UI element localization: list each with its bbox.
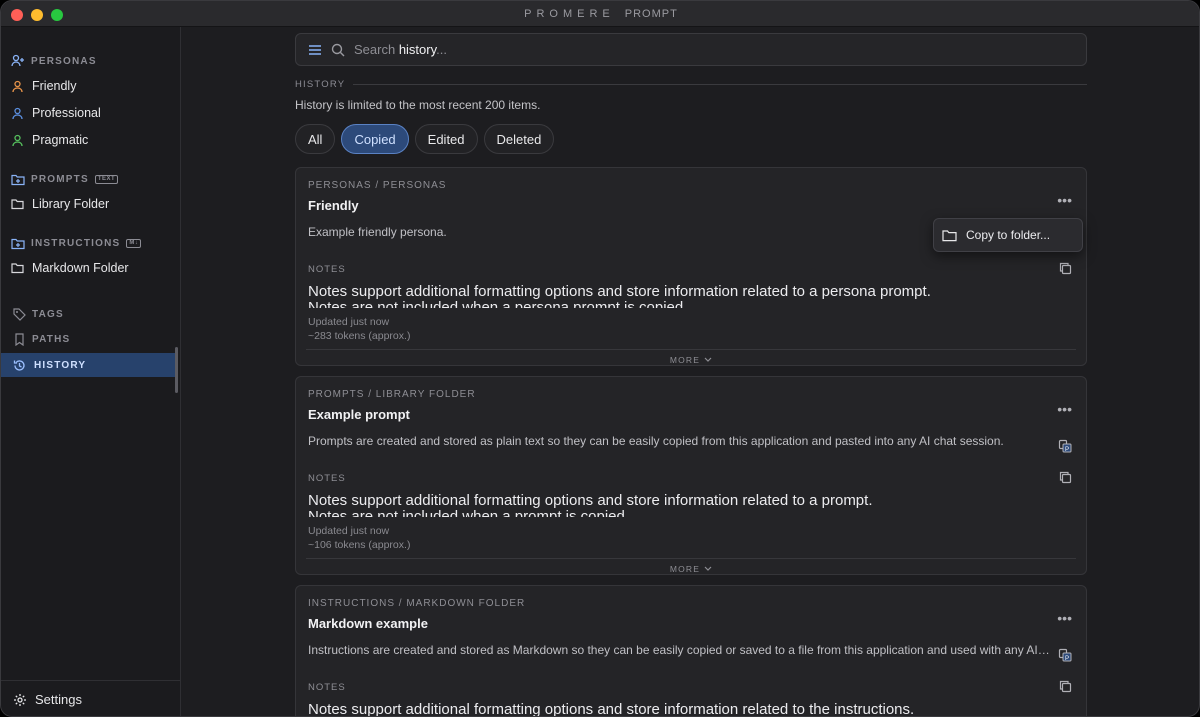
notes-label: NOTES — [308, 473, 346, 484]
card-title: Markdown example — [308, 616, 428, 631]
markdown-badge: M↓ — [126, 238, 142, 248]
notes-label: NOTES — [308, 264, 346, 275]
sidebar-item-paths[interactable]: PATHS — [13, 331, 70, 347]
more-button[interactable]: MORE — [306, 558, 1076, 574]
card-path: PROMPTS / LIBRARY FOLDER — [308, 389, 476, 400]
copy-icon[interactable] — [1059, 262, 1072, 275]
filter-edited[interactable]: Edited — [414, 124, 478, 154]
folder-plus-icon — [11, 174, 25, 185]
search-bar[interactable]: Search history... — [295, 33, 1087, 66]
more-button[interactable]: MORE — [306, 349, 1076, 365]
history-card[interactable]: INSTRUCTIONS / MARKDOWN FOLDER Markdown … — [295, 585, 1087, 717]
sidebar-item-history[interactable]: HISTORY — [1, 353, 177, 377]
sidebar-item-markdown-folder[interactable]: Markdown Folder — [11, 258, 129, 278]
svg-text:P: P — [1065, 447, 1069, 453]
ellipsis-icon[interactable]: ••• — [1057, 610, 1072, 626]
person-add-icon — [11, 54, 24, 67]
bookmark-icon — [15, 332, 24, 346]
sidebar-item-friendly[interactable]: Friendly — [11, 76, 76, 96]
ellipsis-icon[interactable]: ••• — [1057, 192, 1072, 208]
sidebar: PERSONAS Friendly Professional Pragmatic… — [1, 27, 181, 716]
copy-icon[interactable] — [1059, 471, 1072, 484]
card-tokens: ~283 tokens (approx.) — [308, 330, 411, 342]
card-notes: Notes support additional formatting opti… — [308, 702, 915, 717]
notes-label: NOTES — [308, 682, 346, 693]
history-card[interactable]: PROMPTS / LIBRARY FOLDER Example prompt … — [295, 376, 1087, 575]
app-window: PROMERE PROMPT PERSONAS Friendly Professi… — [0, 0, 1200, 717]
person-icon — [12, 134, 23, 146]
instructions-header[interactable]: INSTRUCTIONS M↓ — [11, 235, 142, 251]
card-description: Prompts are created and stored as plain … — [308, 434, 1004, 448]
chevron-down-icon — [704, 566, 712, 571]
card-tokens: ~106 tokens (approx.) — [308, 539, 411, 551]
svg-text:P: P — [1065, 656, 1069, 662]
person-icon — [12, 80, 23, 92]
prompts-header[interactable]: PROMPTS TEXT — [11, 171, 119, 187]
search-input[interactable]: Search history... — [354, 42, 447, 57]
window-title: PROMERE PROMPT — [524, 8, 678, 20]
sidebar-scrollbar[interactable] — [175, 347, 178, 393]
menu-icon[interactable] — [308, 44, 322, 56]
search-icon — [331, 43, 345, 56]
card-path: PERSONAS / PERSONAS — [308, 180, 447, 191]
paste-icon[interactable]: P — [1058, 439, 1072, 453]
settings-button[interactable]: Settings — [1, 680, 181, 716]
folder-icon — [11, 263, 24, 274]
card-path: INSTRUCTIONS / MARKDOWN FOLDER — [308, 598, 526, 609]
sidebar-item-professional[interactable]: Professional — [11, 103, 101, 123]
paste-icon[interactable]: P — [1058, 648, 1072, 662]
card-title: Example prompt — [308, 407, 410, 422]
card-notes: Notes support additional formatting opti… — [308, 284, 931, 308]
folder-icon — [11, 199, 24, 210]
history-filters: All Copied Edited Deleted — [295, 124, 555, 154]
filter-copied[interactable]: Copied — [341, 124, 409, 154]
folder-plus-icon — [11, 238, 25, 249]
history-section-header: HISTORY — [295, 79, 1087, 90]
copy-icon[interactable] — [1059, 680, 1072, 693]
history-subtitle: History is limited to the most recent 20… — [295, 98, 541, 112]
context-menu-copy-to-folder[interactable]: Copy to folder... — [933, 218, 1083, 252]
title-bar: PROMERE PROMPT — [1, 1, 1199, 27]
person-icon — [12, 107, 23, 119]
main-content: Search history... HISTORY History is lim… — [182, 27, 1199, 717]
text-badge: TEXT — [94, 174, 119, 184]
card-description: Instructions are created and stored as M… — [308, 643, 1053, 657]
gear-icon — [14, 693, 26, 706]
filter-all[interactable]: All — [295, 124, 336, 154]
folder-icon — [942, 229, 957, 241]
tag-icon — [13, 307, 26, 321]
card-updated: Updated just now — [308, 525, 390, 537]
sidebar-item-library-folder[interactable]: Library Folder — [11, 194, 109, 214]
history-card[interactable]: PERSONAS / PERSONAS Friendly ••• Example… — [295, 167, 1087, 366]
sidebar-item-tags[interactable]: TAGS — [13, 306, 64, 322]
history-icon — [13, 359, 25, 371]
chevron-down-icon — [704, 357, 712, 362]
sidebar-item-pragmatic[interactable]: Pragmatic — [11, 130, 88, 150]
card-title: Friendly — [308, 198, 359, 213]
card-notes: Notes support additional formatting opti… — [308, 493, 873, 517]
filter-deleted[interactable]: Deleted — [483, 124, 555, 154]
personas-header[interactable]: PERSONAS — [11, 53, 97, 69]
card-updated: Updated just now — [308, 316, 390, 328]
ellipsis-icon[interactable]: ••• — [1057, 401, 1072, 417]
